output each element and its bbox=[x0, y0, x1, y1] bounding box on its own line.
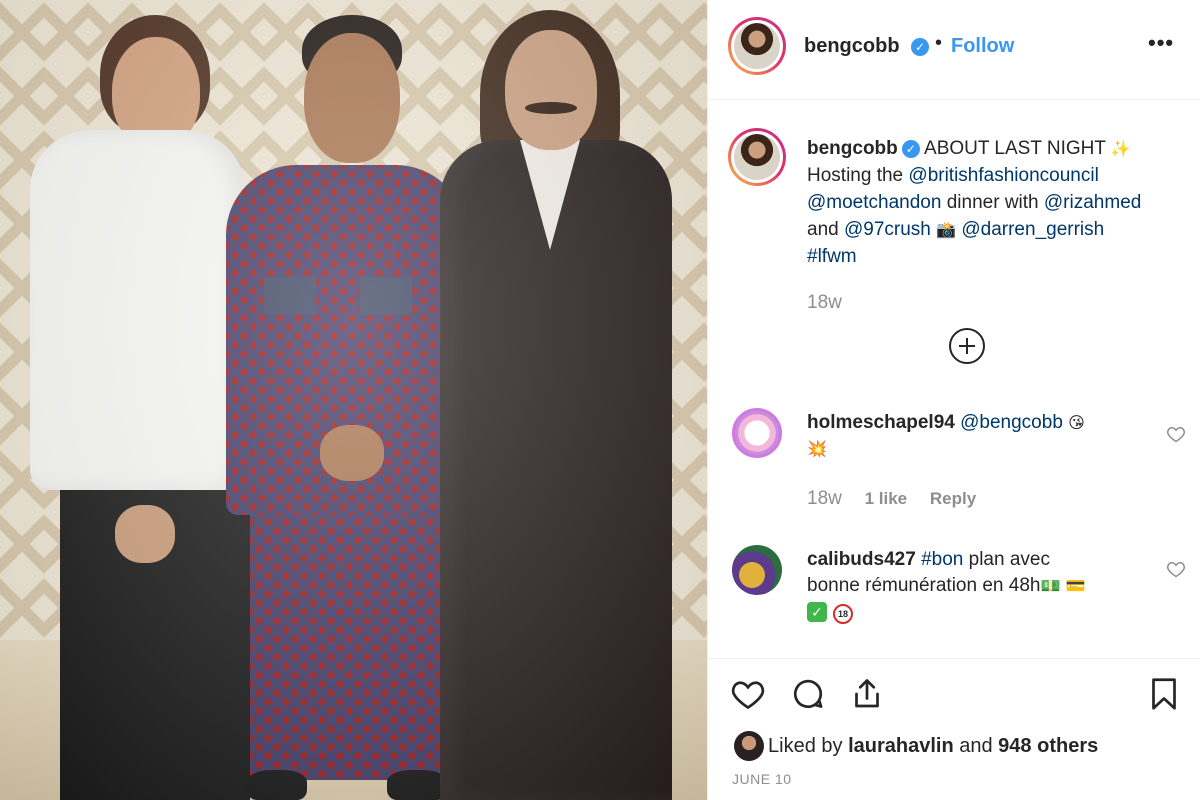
hashtag-link[interactable]: #lfwm bbox=[807, 246, 857, 267]
caption-username[interactable]: bengcobb bbox=[807, 138, 898, 159]
comment-icon[interactable] bbox=[790, 676, 826, 712]
verified-badge-icon: ✓ bbox=[901, 140, 920, 158]
caption-text-part: and bbox=[807, 219, 839, 240]
comment-text: calibuds427 #bon plan avec bonne rémunér… bbox=[807, 547, 1137, 625]
post-photo[interactable] bbox=[0, 0, 707, 800]
comment-timestamp[interactable]: 18w bbox=[807, 488, 842, 509]
avatar[interactable] bbox=[728, 17, 786, 75]
comment-username[interactable]: calibuds427 bbox=[807, 549, 916, 570]
check-emoji: ✓ bbox=[807, 602, 827, 622]
comment-text-part: bonne rémunération en 48h bbox=[807, 575, 1041, 596]
caption-headline: ABOUT LAST NIGHT bbox=[924, 138, 1106, 159]
liker-avatar[interactable] bbox=[734, 731, 764, 761]
liker-username[interactable]: laurahavlin bbox=[848, 735, 954, 757]
liked-by-text: Liked by laurahavlin and 948 others bbox=[768, 735, 1098, 758]
post-side-panel: bengcobb ✓ • Follow ••• bengcobb ✓ ABOUT … bbox=[707, 0, 1200, 800]
comment-avatar[interactable] bbox=[732, 545, 782, 595]
reply-button[interactable]: Reply bbox=[930, 489, 976, 508]
comment-text: holmeschapel94 @bengcobb 😘 💥 bbox=[807, 410, 1137, 462]
mention-link[interactable]: @moetchandon bbox=[807, 192, 941, 213]
mention-link[interactable]: @darren_gerrish bbox=[961, 219, 1104, 240]
mention-link[interactable]: @97crush bbox=[844, 219, 931, 240]
post-header: bengcobb ✓ • Follow ••• bbox=[708, 0, 1200, 100]
no-under-18-emoji: 18 bbox=[833, 604, 853, 624]
photo-shade bbox=[0, 0, 707, 800]
liked-by-and: and bbox=[959, 735, 993, 757]
share-icon[interactable] bbox=[849, 676, 885, 712]
comment-text-part: plan avec bbox=[968, 549, 1050, 570]
comment-likes[interactable]: 1 like bbox=[865, 489, 908, 508]
kiss-emoji: 😘 bbox=[1068, 413, 1085, 432]
bookmark-icon[interactable] bbox=[1146, 676, 1182, 712]
plus-circle-icon[interactable] bbox=[949, 328, 985, 364]
header-username[interactable]: bengcobb bbox=[804, 35, 900, 58]
comment-meta: 18w 1 like Reply bbox=[807, 488, 976, 510]
caption-timestamp[interactable]: 18w bbox=[807, 292, 842, 314]
mention-link[interactable]: @rizahmed bbox=[1044, 192, 1141, 213]
heart-icon[interactable] bbox=[1166, 559, 1186, 579]
liked-by-label: Liked by bbox=[768, 735, 843, 757]
sparkle-emoji: ✨ bbox=[1110, 139, 1131, 158]
comment-avatar[interactable] bbox=[732, 408, 782, 458]
mention-link[interactable]: @bengcobb bbox=[960, 412, 1063, 433]
caption-avatar[interactable] bbox=[728, 128, 786, 186]
separator-dot: • bbox=[935, 32, 943, 54]
post-actions: Liked by laurahavlin and 948 others JUNE… bbox=[708, 658, 1200, 800]
post-date[interactable]: JUNE 10 bbox=[732, 771, 792, 787]
caption-text-part: dinner with bbox=[946, 192, 1039, 213]
others-count[interactable]: 948 others bbox=[998, 735, 1098, 757]
avatar-image bbox=[734, 23, 780, 69]
card-emoji: 💳 bbox=[1065, 576, 1086, 595]
more-options-icon[interactable]: ••• bbox=[1148, 30, 1174, 56]
comment-username[interactable]: holmeschapel94 bbox=[807, 412, 955, 433]
money-emoji: 💵 bbox=[1040, 576, 1061, 595]
liked-by-row: Liked by laurahavlin and 948 others bbox=[732, 729, 1192, 765]
avatar-image bbox=[734, 134, 780, 180]
collision-emoji: 💥 bbox=[807, 439, 827, 458]
verified-badge-icon: ✓ bbox=[911, 38, 929, 56]
hashtag-link[interactable]: #bon bbox=[921, 549, 963, 570]
mention-link[interactable]: @britishfashioncouncil bbox=[908, 165, 1098, 186]
caption-text-part: Hosting the bbox=[807, 165, 904, 186]
heart-icon[interactable] bbox=[730, 676, 766, 712]
heart-icon[interactable] bbox=[1166, 424, 1186, 444]
camera-emoji: 📸 bbox=[936, 220, 957, 239]
caption-text: bengcobb ✓ ABOUT LAST NIGHT ✨ Hosting the… bbox=[807, 135, 1187, 270]
follow-button[interactable]: Follow bbox=[951, 35, 1014, 58]
